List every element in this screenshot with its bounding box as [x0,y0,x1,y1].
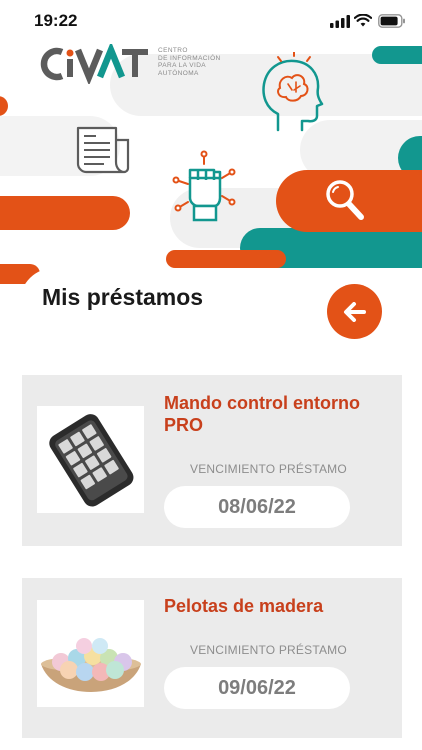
app-screen: 19:22 CENTRO DE INFORMACIÓN PARA LA VIDA… [0,0,422,750]
product-image [37,406,144,513]
loan-card[interactable]: Mando control entorno PRO VENCIMIENTO PR… [22,375,402,546]
due-date-value: 08/06/22 [164,486,350,528]
raised-fist-icon [172,150,236,222]
logo-subtitle: CENTRO DE INFORMACIÓN PARA LA VIDA AUTÓN… [158,47,248,77]
due-date-value: 09/06/22 [164,667,350,709]
signal-icon [330,15,350,28]
brain-head-icon [262,52,324,132]
due-date-label: VENCIMIENTO PRÉSTAMO [190,643,347,657]
due-date-label: VENCIMIENTO PRÉSTAMO [190,462,347,476]
back-button[interactable] [327,284,382,339]
loan-item-name: Pelotas de madera [164,596,324,616]
magnifier-icon [326,180,364,220]
arrow-left-icon [343,301,366,322]
status-time: 19:22 [34,11,78,30]
logo-subtitle-line: AUTÓNOMA [158,69,199,77]
loan-card[interactable]: Pelotas de madera VENCIMIENTO PRÉSTAMO 0… [22,578,402,738]
wifi-icon [354,14,372,27]
logo-subtitle-line: DE INFORMACIÓN [158,54,221,62]
document-icon [76,126,130,174]
product-image [37,600,144,707]
wooden-balls-image [41,638,141,692]
loan-item-name: Mando control entorno PRO [164,393,360,435]
page-title: Mis préstamos [42,284,204,310]
logo-subtitle-line: CENTRO [158,47,188,54]
civat-logo [40,41,152,86]
hero-banner: CENTRO DE INFORMACIÓN PARA LA VIDA AUTÓN… [0,0,422,310]
logo-subtitle-line: PARA LA VIDA [158,62,207,69]
status-bar: 19:22 [0,0,422,44]
battery-icon [378,14,405,28]
remote-control-image [49,414,134,507]
